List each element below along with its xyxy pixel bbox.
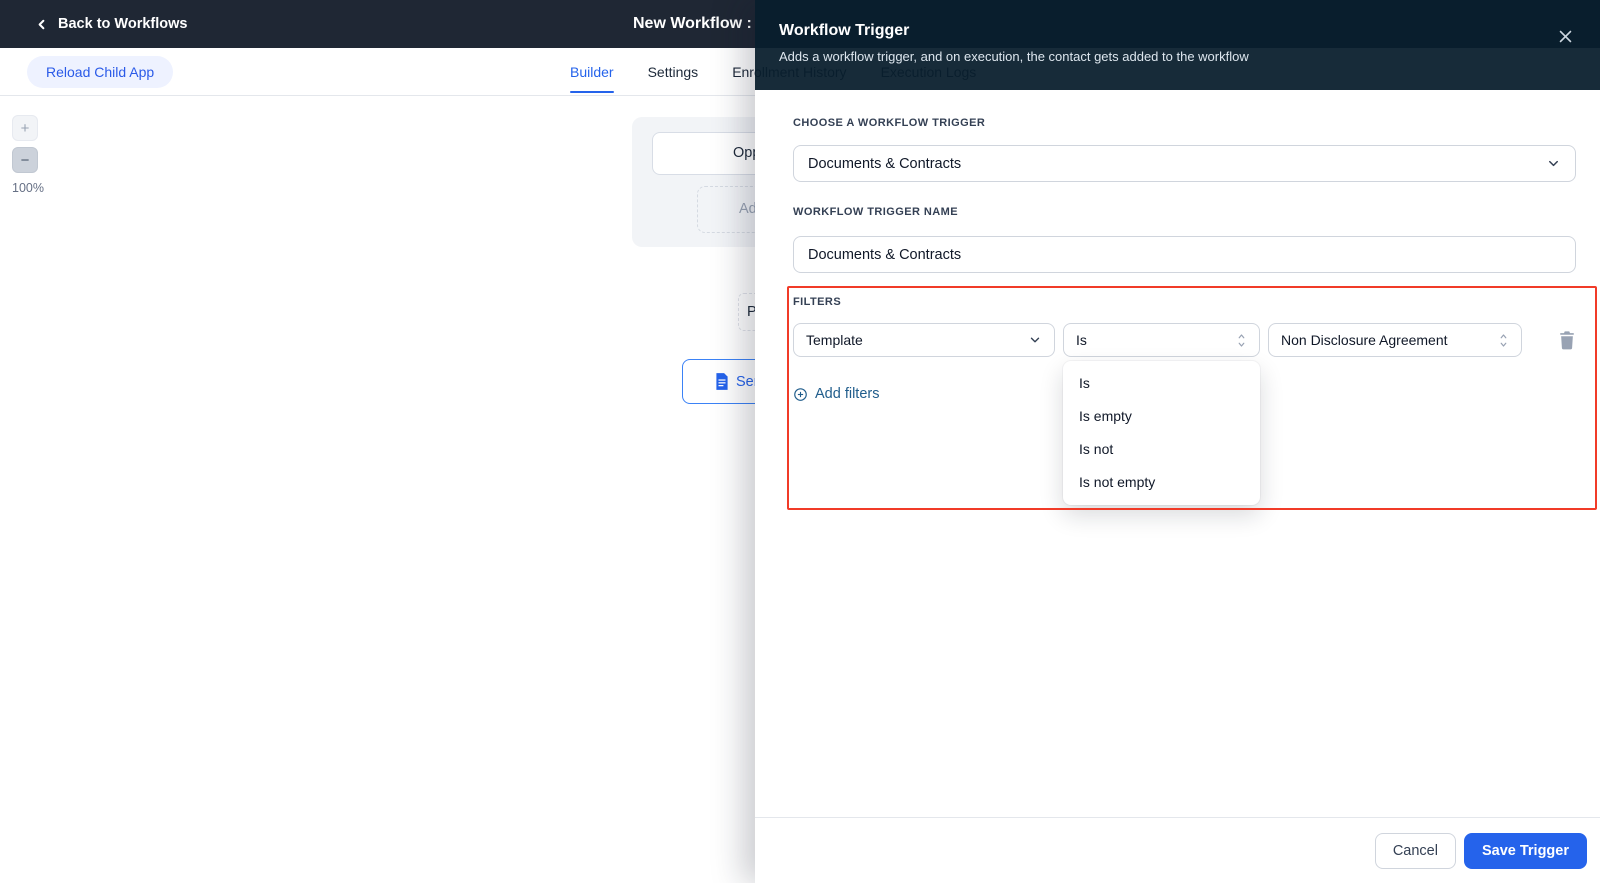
trigger-select-value: Documents & Contracts <box>808 155 962 172</box>
plus-circle-icon <box>793 387 808 402</box>
back-link-label: Back to Workflows <box>58 16 188 32</box>
panel-title: Workflow Trigger <box>779 22 910 39</box>
choose-trigger-label: CHOOSE A WORKFLOW TRIGGER <box>793 117 986 129</box>
operator-option-is-empty[interactable]: Is empty <box>1063 400 1260 433</box>
workflow-title: New Workflow : <box>633 15 752 32</box>
panel-subtitle: Adds a workflow trigger, and on executio… <box>779 49 1249 64</box>
operator-option-is-not[interactable]: Is not <box>1063 433 1260 466</box>
workflow-builder-app: Back to Workflows New Workflow : Reload … <box>0 0 1600 883</box>
chevron-down-icon <box>1028 333 1042 347</box>
zoom-out-button[interactable]: − <box>12 147 38 173</box>
back-to-workflows-link[interactable]: Back to Workflows <box>34 0 187 48</box>
reload-child-app-button[interactable]: Reload Child App <box>27 56 174 88</box>
workflow-trigger-panel: Workflow Trigger Adds a workflow trigger… <box>755 0 1600 883</box>
filter-operator-select[interactable]: Is <box>1063 323 1260 357</box>
operator-dropdown-menu: Is Is empty Is not Is not empty <box>1063 361 1260 505</box>
save-trigger-button[interactable]: Save Trigger <box>1463 832 1587 869</box>
trigger-name-input[interactable]: Documents & Contracts <box>793 236 1576 273</box>
trash-icon[interactable] <box>1558 330 1576 350</box>
filter-operator-value: Is <box>1076 332 1087 348</box>
close-icon[interactable] <box>1555 26 1575 46</box>
filter-row: Template Is Non Disclosure Agreement <box>793 323 1576 357</box>
updown-caret-icon <box>1236 332 1247 349</box>
updown-caret-icon <box>1498 332 1509 349</box>
filter-field-select[interactable]: Template <box>793 323 1055 357</box>
add-filters-link[interactable]: Add filters <box>793 386 879 402</box>
tab-settings[interactable]: Settings <box>648 48 699 95</box>
chevron-left-icon <box>34 17 49 32</box>
trigger-name-label: WORKFLOW TRIGGER NAME <box>793 206 959 218</box>
zoom-in-button[interactable]: + <box>12 115 38 141</box>
operator-option-is[interactable]: Is <box>1063 367 1260 400</box>
filter-value-select[interactable]: Non Disclosure Agreement <box>1268 323 1522 357</box>
panel-footer: Cancel Save Trigger <box>755 817 1600 883</box>
cancel-button[interactable]: Cancel <box>1374 832 1456 869</box>
add-filters-label: Add filters <box>815 386 880 402</box>
document-icon <box>715 373 729 390</box>
filter-value-value: Non Disclosure Agreement <box>1281 332 1448 348</box>
workflow-trigger-select[interactable]: Documents & Contracts <box>793 145 1576 182</box>
chevron-down-icon <box>1546 156 1561 171</box>
panel-header: Workflow Trigger Adds a workflow trigger… <box>755 0 1600 90</box>
filters-label: FILTERS <box>793 296 842 308</box>
zoom-level-label: 100% <box>12 181 44 195</box>
tab-builder[interactable]: Builder <box>570 48 614 95</box>
operator-option-is-not-empty[interactable]: Is not empty <box>1063 466 1260 499</box>
panel-body: CHOOSE A WORKFLOW TRIGGER Documents & Co… <box>755 90 1600 883</box>
filter-field-value: Template <box>806 332 863 348</box>
